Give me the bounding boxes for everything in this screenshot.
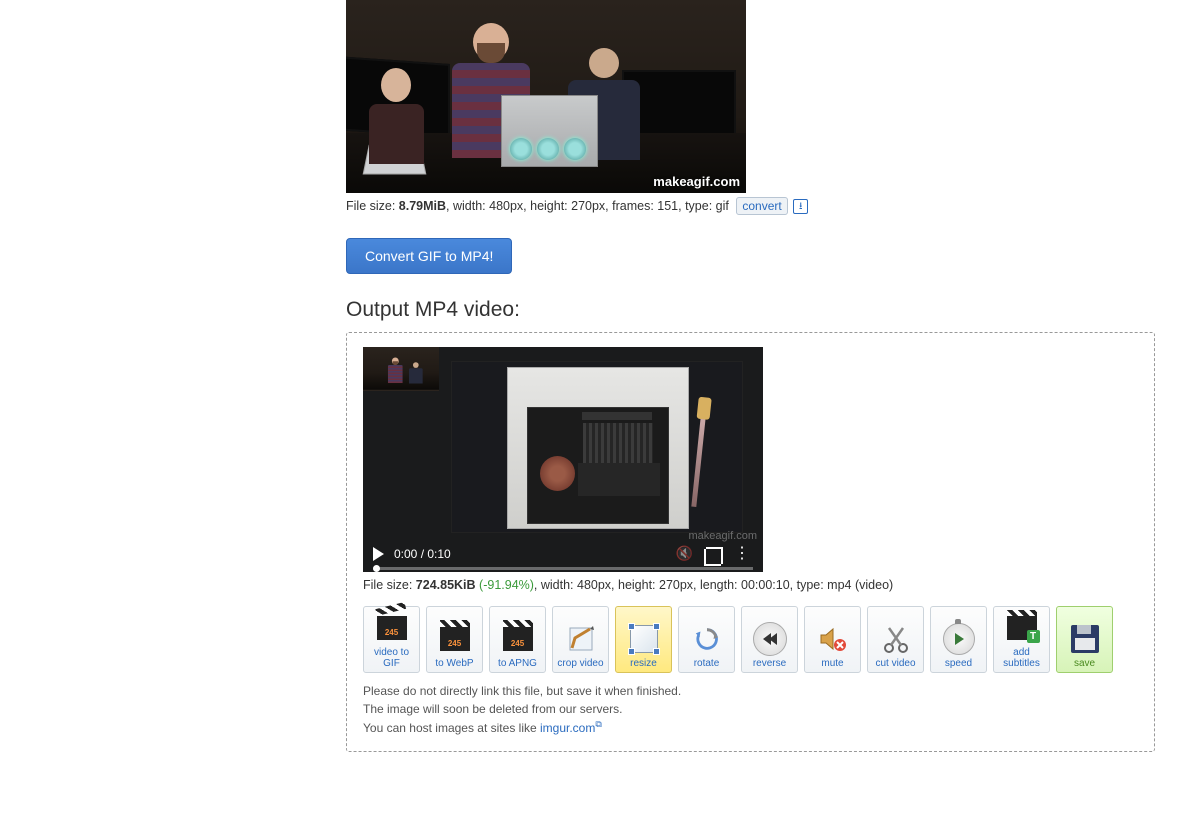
output-notes: Please do not directly link this file, b… xyxy=(363,683,1138,737)
tool-label: to APNG xyxy=(498,658,537,669)
tool-label: speed xyxy=(945,658,972,669)
tool-label: cut video xyxy=(875,658,915,669)
tool-crop-video[interactable]: crop video xyxy=(552,606,609,673)
imgur-link[interactable]: imgur.com xyxy=(540,721,595,735)
more-options-icon[interactable]: ⋮ xyxy=(734,543,751,563)
output-heading: Output MP4 video: xyxy=(346,298,1156,322)
external-link-icon: ⧉ xyxy=(595,719,601,729)
reverse-icon xyxy=(753,622,787,656)
output-video-player[interactable]: makeagif.com 0:00 / 0:10 🔇 ⋮ xyxy=(363,347,763,572)
convert-gif-to-mp4-button[interactable]: Convert GIF to MP4! xyxy=(346,238,512,274)
tool-label: reverse xyxy=(753,658,786,669)
cut-video-icon xyxy=(879,622,913,656)
tool-label: save xyxy=(1074,658,1095,669)
tool-to-webp[interactable]: 245 to WebP xyxy=(426,606,483,673)
volume-muted-icon[interactable]: 🔇 xyxy=(676,545,693,562)
progress-bar[interactable] xyxy=(373,567,753,570)
output-file-info: File size: 724.85KiB (-91.94%), width: 4… xyxy=(363,572,1138,598)
video-to-gif-icon: 245 xyxy=(375,611,409,645)
tool-reverse[interactable]: reverse xyxy=(741,606,798,673)
video-time: 0:00 / 0:10 xyxy=(394,547,451,561)
resize-icon xyxy=(627,622,661,656)
tool-add-subtitles[interactable]: Taddsubtitles xyxy=(993,606,1050,673)
tool-speed[interactable]: speed xyxy=(930,606,987,673)
tool-label: to WebP xyxy=(435,658,473,669)
watermark-text: makeagif.com xyxy=(653,174,740,189)
tool-cut-video[interactable]: cut video xyxy=(867,606,924,673)
add-subtitles-icon: T xyxy=(1005,611,1039,645)
play-icon[interactable] xyxy=(373,547,384,561)
tool-resize[interactable]: resize xyxy=(615,606,672,673)
crop-video-icon xyxy=(564,622,598,656)
fullscreen-icon[interactable] xyxy=(706,547,723,564)
save-icon xyxy=(1068,622,1102,656)
tool-label: video toGIF xyxy=(374,647,409,669)
input-gif-preview: makeagif.com xyxy=(346,0,746,193)
tool-label: addsubtitles xyxy=(1003,647,1040,669)
tool-label: resize xyxy=(630,658,657,669)
mute-icon xyxy=(816,622,850,656)
speed-icon xyxy=(942,622,976,656)
tool-to-apng[interactable]: 245 to APNG xyxy=(489,606,546,673)
tool-video-to-gif[interactable]: 245video toGIF xyxy=(363,606,420,673)
to-apng-icon: 245 xyxy=(501,622,535,656)
rotate-icon xyxy=(690,622,724,656)
convert-format-link[interactable]: convert xyxy=(736,197,787,215)
tool-mute[interactable]: mute xyxy=(804,606,861,673)
video-thumbnail xyxy=(363,347,439,391)
tool-rotate[interactable]: rotate xyxy=(678,606,735,673)
output-panel: makeagif.com 0:00 / 0:10 🔇 ⋮ File size: … xyxy=(346,332,1155,752)
tool-label: mute xyxy=(821,658,843,669)
tool-label: rotate xyxy=(694,658,720,669)
tool-label: crop video xyxy=(557,658,603,669)
download-icon[interactable]: ⭳ xyxy=(793,199,808,214)
output-toolbar: 245video toGIF245to WebP245to APNGcrop v… xyxy=(363,606,1138,673)
input-file-info: File size: 8.79MiB, width: 480px, height… xyxy=(346,193,1156,220)
tool-save[interactable]: save xyxy=(1056,606,1113,673)
to-webp-icon: 245 xyxy=(438,622,472,656)
